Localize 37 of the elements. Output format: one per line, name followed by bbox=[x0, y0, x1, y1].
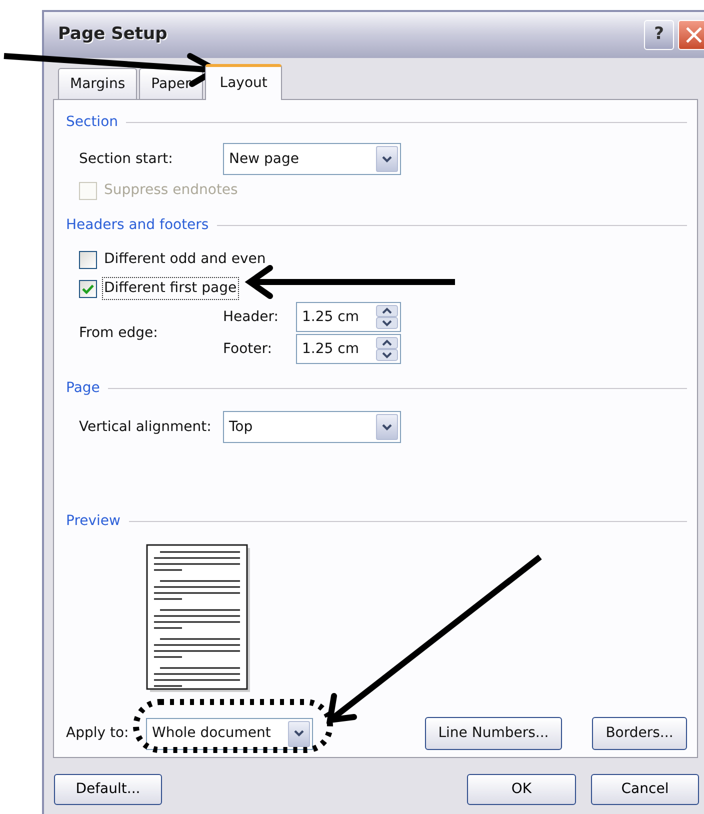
dialog-button[interactable]: Borders... bbox=[592, 717, 687, 750]
chevron-down-icon bbox=[294, 730, 304, 737]
close-button[interactable] bbox=[678, 20, 704, 50]
dialog-button[interactable]: Default... bbox=[54, 774, 162, 805]
checkbox-label: Different odd and even bbox=[103, 250, 267, 269]
field-label: Section start: bbox=[79, 150, 174, 168]
section-heading: Section bbox=[66, 113, 118, 132]
section-heading: Preview bbox=[66, 512, 120, 531]
dialog-button[interactable]: Line Numbers... bbox=[425, 717, 562, 750]
field-label: Apply to: bbox=[66, 724, 130, 743]
close-icon bbox=[685, 26, 703, 44]
chevron-down-icon bbox=[382, 424, 392, 430]
spin-arrows-icon[interactable] bbox=[376, 305, 398, 329]
field-label: Vertical alignment: bbox=[79, 418, 212, 436]
help-button[interactable]: ? bbox=[644, 20, 674, 50]
tab[interactable]: Margins bbox=[58, 68, 138, 99]
dropdown[interactable]: Whole document bbox=[146, 718, 313, 750]
chevron-down-icon bbox=[382, 156, 392, 162]
spin-field[interactable]: 1.25 cm bbox=[296, 302, 401, 332]
tab[interactable]: Layout bbox=[204, 64, 282, 100]
checkbox-label: Different first page bbox=[102, 277, 239, 300]
checkbox-label: Suppress endnotes bbox=[103, 181, 239, 200]
dialog-button[interactable]: OK bbox=[467, 774, 576, 805]
field-label: Footer: bbox=[223, 340, 274, 358]
field-label: From edge: bbox=[79, 324, 159, 342]
checkmark-icon bbox=[82, 284, 94, 294]
checkbox[interactable] bbox=[79, 250, 97, 268]
dropdown[interactable]: New page bbox=[223, 143, 401, 175]
section-heading: Page bbox=[66, 379, 100, 398]
dropdown[interactable]: Top bbox=[223, 411, 401, 443]
window-title: Page Setup bbox=[58, 23, 168, 46]
section-heading: Headers and footers bbox=[66, 216, 209, 235]
checkbox[interactable] bbox=[79, 280, 97, 298]
dialog-button[interactable]: Cancel bbox=[591, 774, 699, 805]
spin-arrows-icon[interactable] bbox=[376, 337, 398, 361]
spin-field[interactable]: 1.25 cm bbox=[296, 334, 401, 364]
field-label: Header: bbox=[223, 308, 280, 326]
